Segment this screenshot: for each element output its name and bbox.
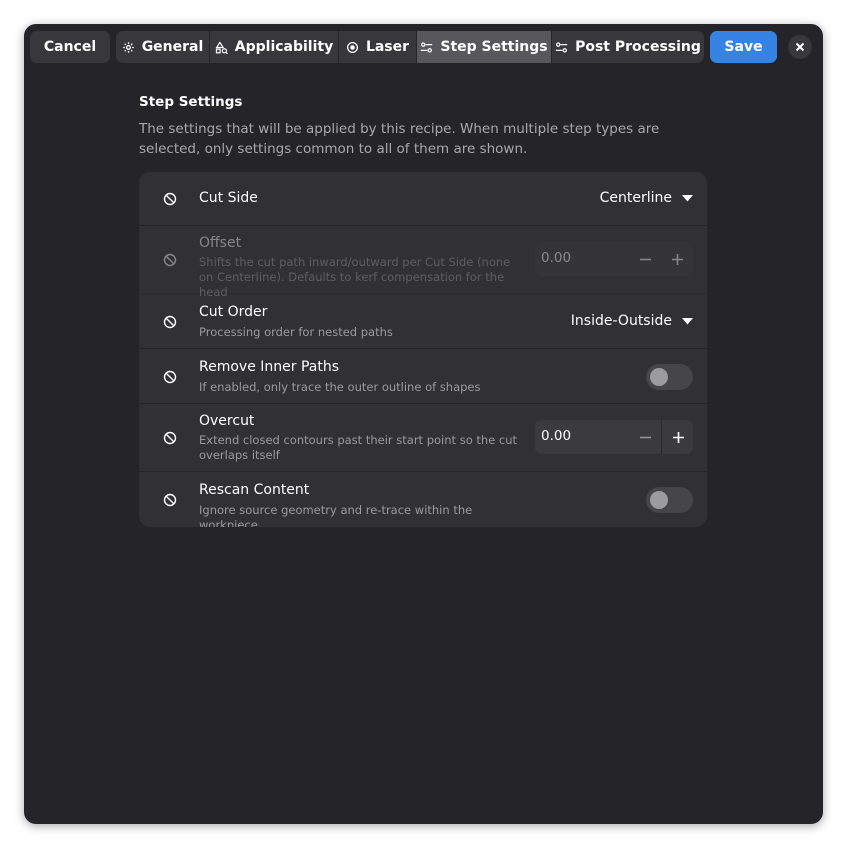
- setting-title: Rescan Content: [199, 482, 310, 498]
- sliders-icon: [421, 41, 433, 53]
- reset-disabled-icon[interactable]: [163, 192, 177, 206]
- close-icon: [795, 42, 805, 52]
- setting-title: Remove Inner Paths: [199, 359, 340, 375]
- setting-title: Offset: [199, 235, 242, 251]
- close-button[interactable]: [788, 35, 812, 59]
- reset-disabled-icon[interactable]: [163, 493, 177, 507]
- target-icon: [346, 41, 358, 53]
- setting-subtitle: Processing order for nested paths: [199, 325, 393, 339]
- reset-disabled-icon[interactable]: [163, 431, 177, 445]
- minus-icon: [639, 436, 651, 438]
- setting-row-offset: Offset Shifts the cut path inward/outwar…: [139, 226, 707, 299]
- tab-post-processing[interactable]: Post Processing: [552, 31, 704, 63]
- setting-title: Overcut: [199, 413, 255, 429]
- dropdown-arrow-icon: [682, 194, 693, 201]
- setting-title: Cut Order: [199, 304, 268, 320]
- dropdown-value: Centerline: [599, 190, 672, 206]
- dropdown-arrow-icon: [682, 317, 693, 324]
- setting-row-overcut: Overcut Extend closed contours past thei…: [139, 404, 707, 472]
- header-bar: Cancel General Applicability Laser Step …: [24, 24, 823, 70]
- overcut-spinbutton[interactable]: 0.00: [535, 420, 693, 454]
- offset-spinbutton: 0.00: [535, 242, 693, 276]
- remove-inner-paths-switch[interactable]: [646, 364, 693, 390]
- plus-icon: [671, 253, 683, 265]
- tab-bar: General Applicability Laser Step Setting…: [116, 31, 704, 63]
- increment-button: [661, 242, 693, 276]
- gear-icon: [122, 41, 134, 53]
- reset-disabled-icon[interactable]: [163, 315, 177, 329]
- increment-button[interactable]: [661, 420, 694, 454]
- sliders-icon: [555, 41, 568, 53]
- setting-row-rescan-content: Rescan Content Ignore source geometry an…: [139, 472, 707, 527]
- reset-disabled-icon[interactable]: [163, 370, 177, 384]
- section-title: Step Settings: [139, 94, 243, 110]
- switch-knob: [650, 368, 668, 386]
- dropdown-value: Inside-Outside: [570, 313, 672, 329]
- setting-subtitle: If enabled, only trace the outer outline…: [199, 380, 481, 394]
- tab-label: General: [141, 39, 204, 55]
- tab-label: Step Settings: [440, 39, 548, 55]
- settings-list: Cut Side Centerline Offset Shifts the cu…: [139, 172, 707, 527]
- spin-value: 0.00: [541, 250, 572, 266]
- decrement-button[interactable]: [629, 420, 661, 454]
- decrement-button: [629, 242, 661, 276]
- setting-subtitle: Extend closed contours past their start …: [199, 433, 518, 462]
- setting-title: Cut Side: [199, 190, 258, 206]
- tab-laser[interactable]: Laser: [339, 31, 417, 63]
- tab-applicability[interactable]: Applicability: [210, 31, 339, 63]
- tab-general[interactable]: General: [116, 31, 210, 63]
- tab-label: Laser: [365, 39, 410, 55]
- setting-row-cut-order: Cut Order Processing order for nested pa…: [139, 294, 707, 349]
- cut-order-dropdown[interactable]: Inside-Outside: [571, 313, 693, 329]
- section-description: The settings that will be applied by thi…: [139, 121, 660, 157]
- rescan-content-switch[interactable]: [646, 487, 693, 513]
- spin-value[interactable]: 0.00: [541, 428, 571, 444]
- recipe-dialog: Cancel General Applicability Laser Step …: [24, 24, 823, 824]
- cancel-button[interactable]: Cancel: [30, 31, 110, 63]
- save-button[interactable]: Save: [710, 31, 777, 63]
- shapes-icon: [215, 40, 228, 54]
- tab-label: Applicability: [234, 39, 334, 55]
- plus-icon: [672, 431, 684, 443]
- switch-knob: [650, 491, 668, 509]
- tab-label: Post Processing: [575, 39, 701, 55]
- minus-icon: [639, 258, 651, 260]
- tab-step-settings[interactable]: Step Settings: [417, 31, 552, 63]
- setting-row-cut-side: Cut Side Centerline: [139, 172, 707, 226]
- reset-disabled-icon: [163, 253, 177, 267]
- setting-row-remove-inner-paths: Remove Inner Paths If enabled, only trac…: [139, 349, 707, 404]
- cut-side-dropdown[interactable]: Centerline: [600, 190, 693, 206]
- setting-subtitle: Ignore source geometry and re-trace with…: [199, 503, 473, 527]
